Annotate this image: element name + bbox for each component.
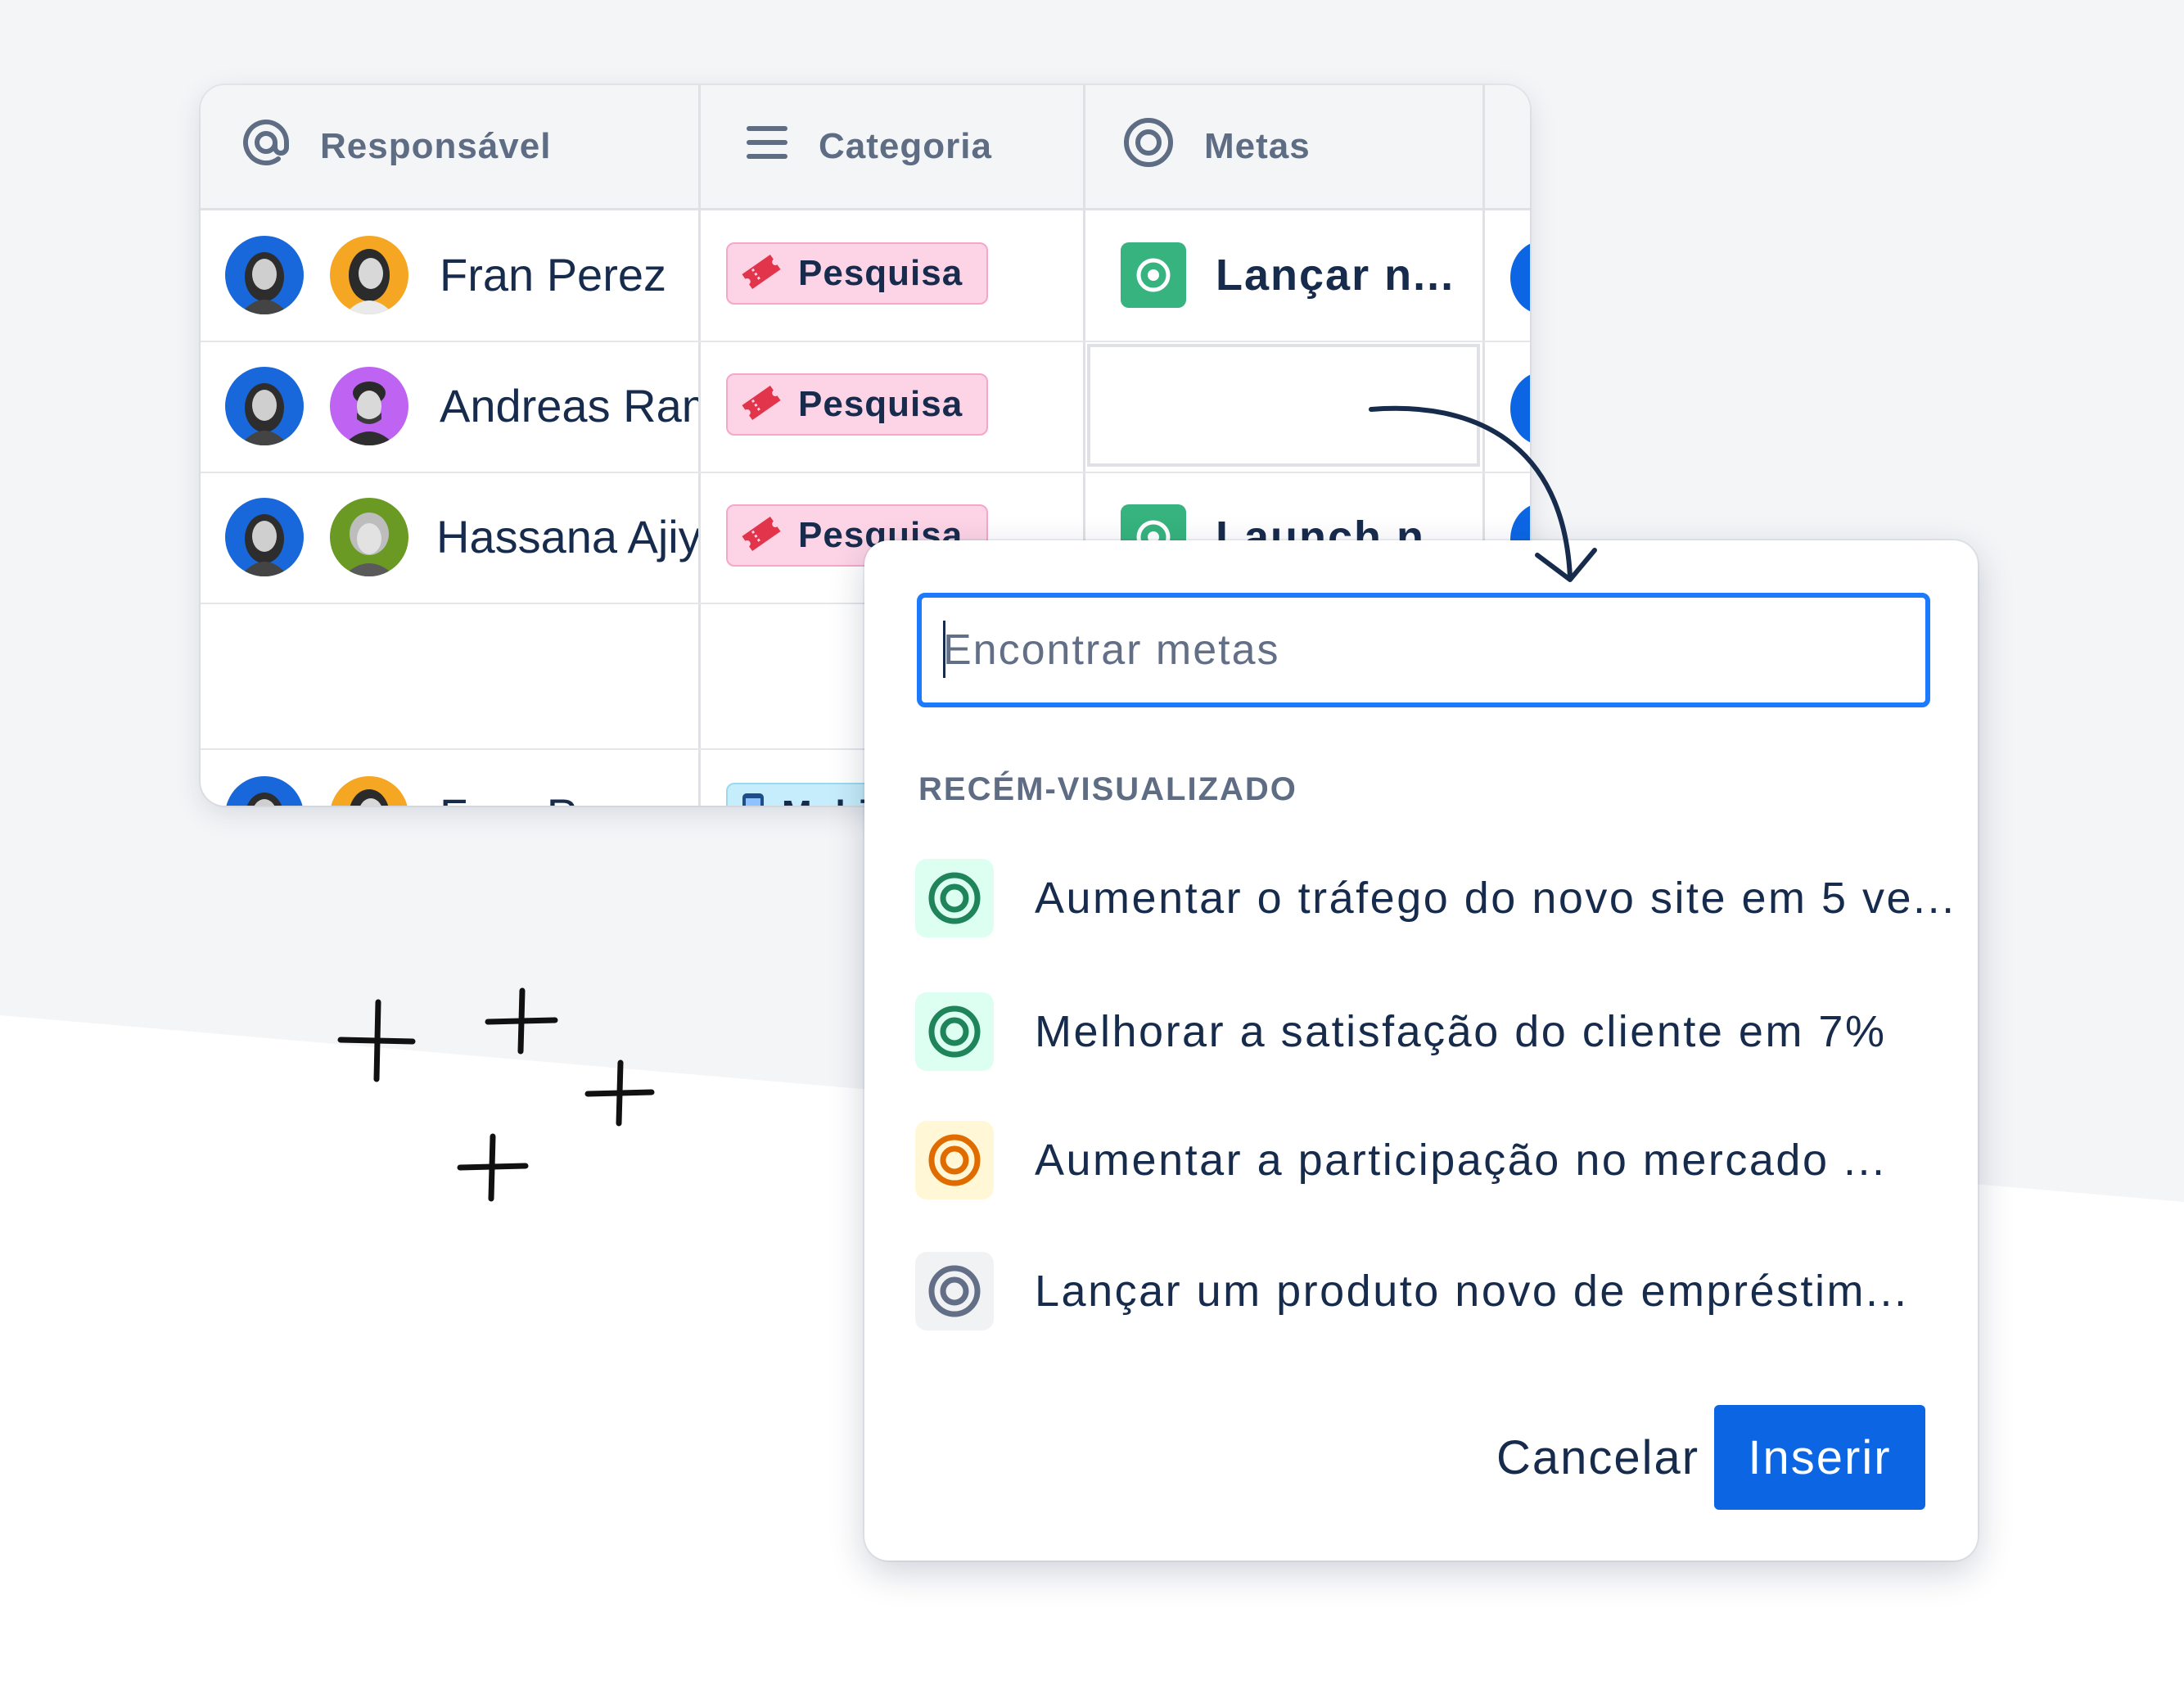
goal-option[interactable]: Aumentar a participação no mercado ...	[915, 1115, 1971, 1205]
insert-button[interactable]: Inserir	[1714, 1405, 1925, 1510]
ticket-icon	[739, 253, 783, 295]
avatar	[1510, 241, 1530, 314]
table-row[interactable]: Andreas Ramos Pesquisa	[201, 341, 1530, 473]
cancel-button[interactable]: Cancelar	[1487, 1405, 1709, 1510]
column-label-categoria: Categoria	[819, 126, 992, 166]
goal-option-label: Lançar um produto novo de empréstim...	[1035, 1267, 1909, 1316]
table-header: Responsável Categoria Metas	[201, 85, 1530, 210]
column-header-metas[interactable]: Metas	[1122, 85, 1311, 208]
target-icon	[1122, 116, 1175, 178]
avatar[interactable]	[330, 498, 408, 576]
category-label: Pesquisa	[798, 384, 963, 424]
curved-arrow-icon	[1369, 405, 1597, 582]
list-lines-icon	[745, 124, 789, 170]
text-cursor	[943, 621, 945, 678]
target-icon	[915, 1121, 994, 1199]
section-label-recent: RECÉM-VISUALIZADO	[918, 771, 1297, 807]
goal-name: Lançar n...	[1216, 251, 1455, 300]
avatar[interactable]	[225, 498, 304, 576]
ticket-icon	[739, 384, 783, 426]
goal-option-label: Melhorar a satisfação do cliente em 7%	[1035, 1007, 1887, 1056]
avatar[interactable]	[330, 367, 408, 445]
goal-option[interactable]: Aumentar o tráfego do novo site em 5 ve.…	[915, 853, 1971, 943]
ticket-icon	[739, 515, 783, 557]
at-sign-icon	[241, 118, 291, 176]
avatar[interactable]	[330, 236, 408, 314]
avatar[interactable]	[225, 776, 304, 806]
goal-option[interactable]: Lançar um produto novo de empréstim...	[915, 1246, 1971, 1336]
avatar[interactable]	[225, 236, 304, 314]
target-icon	[915, 992, 994, 1071]
target-icon	[915, 859, 994, 937]
category-tag[interactable]: Pesquisa	[726, 242, 988, 305]
avatar[interactable]	[330, 776, 408, 806]
column-header-responsavel[interactable]: Responsável	[241, 85, 551, 208]
avatar[interactable]	[225, 367, 304, 445]
assignee-name: Hassana Ajiya	[436, 511, 698, 562]
target-icon	[1121, 242, 1186, 308]
goal-option[interactable]: Melhorar a satisfação do cliente em 7%	[915, 987, 1971, 1077]
assignee-name: Andreas Ramos	[440, 380, 698, 431]
goal-option-label: Aumentar a participação no mercado ...	[1035, 1136, 1887, 1185]
column-label-metas: Metas	[1204, 126, 1311, 166]
search-input[interactable]	[917, 593, 1930, 707]
mobile-icon	[739, 792, 767, 806]
goal-cell[interactable]: Lançar n...	[1121, 242, 1455, 308]
target-icon	[915, 1252, 994, 1330]
goal-picker-dialog: RECÉM-VISUALIZADO Aumentar o tráfego do …	[864, 540, 1978, 1561]
table-row[interactable]: Fran Perez Pesquisa Lançar n...	[201, 210, 1530, 342]
category-label: Pesquisa	[798, 253, 963, 293]
sparkle-icon	[337, 987, 655, 1202]
goal-option-label: Aumentar o tráfego do novo site em 5 ve.…	[1035, 874, 1956, 923]
column-label-responsavel: Responsável	[320, 126, 552, 166]
category-tag[interactable]: Pesquisa	[726, 373, 988, 436]
column-header-categoria[interactable]: Categoria	[745, 85, 992, 208]
